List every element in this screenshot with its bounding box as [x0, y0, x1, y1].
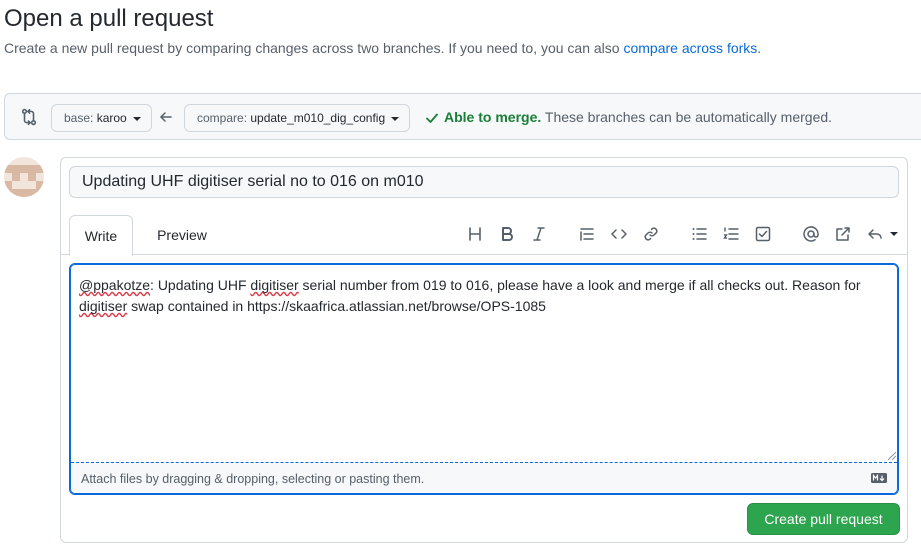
tab-preview[interactable]: Preview: [145, 215, 219, 255]
compare-bar: base: karoo compare: update_m010_dig_con…: [4, 93, 921, 140]
avatar-pattern: [4, 165, 44, 173]
avatar-pattern: [4, 181, 12, 189]
avatar-pattern: [36, 181, 44, 189]
chevron-down-icon: [391, 116, 400, 121]
body-text: swap contained in https://skaafrica.atla…: [127, 298, 546, 314]
body-text: serial number from 019 to 016, please ha…: [298, 277, 861, 293]
mention-icon[interactable]: [801, 224, 821, 244]
avatar-pattern: [4, 189, 44, 197]
mention-text: @ppakotze: [79, 277, 151, 293]
pull-request-form: Write Preview @ppakotze: Updating UHF di…: [60, 157, 908, 543]
saved-replies-icon[interactable]: [865, 224, 898, 244]
avatar-pattern: [12, 173, 20, 181]
base-branch-value: karoo: [96, 111, 127, 125]
cross-reference-icon[interactable]: [833, 224, 853, 244]
ordered-list-icon[interactable]: [721, 224, 741, 244]
chevron-down-icon: [132, 116, 141, 121]
compare-branch-value: update_m010_dig_config: [250, 111, 386, 125]
compare-branch-dropdown[interactable]: compare: update_m010_dig_config: [184, 104, 411, 132]
create-pull-request-button[interactable]: Create pull request: [747, 503, 900, 535]
italic-icon[interactable]: [529, 224, 549, 244]
comment-body-textarea[interactable]: @ppakotze: Updating UHF digitiser serial…: [69, 263, 899, 495]
comment-body-text[interactable]: @ppakotze: Updating UHF digitiser serial…: [79, 275, 889, 317]
avatar-pattern: [28, 173, 36, 181]
body-text: : Updating UHF: [150, 277, 251, 293]
base-branch-prefix: base:: [64, 111, 97, 125]
body-text: digitiser: [79, 298, 128, 314]
markdown-icon[interactable]: [871, 473, 887, 483]
subtitle-text: Create a new pull request by comparing c…: [4, 40, 624, 56]
title-input[interactable]: [69, 166, 899, 198]
resize-handle-icon[interactable]: [888, 452, 896, 460]
chevron-down-icon: [890, 232, 898, 236]
link-icon[interactable]: [641, 224, 661, 244]
unordered-list-icon[interactable]: [689, 224, 709, 244]
compare-branches-icon: [21, 108, 37, 126]
merge-status-text: These branches can be automatically merg…: [541, 109, 833, 125]
base-branch-dropdown[interactable]: base: karoo: [51, 104, 152, 132]
compare-across-forks-link[interactable]: compare across forks: [623, 40, 757, 56]
check-icon: [426, 113, 438, 123]
arrow-left-icon: [160, 112, 172, 122]
compare-branch-prefix: compare:: [197, 111, 251, 125]
attach-files-text: Attach files by dragging & dropping, sel…: [81, 472, 425, 486]
merge-status-bold: Able to merge.: [444, 109, 542, 125]
bold-icon[interactable]: [497, 224, 517, 244]
avatar[interactable]: [4, 157, 44, 197]
task-list-icon[interactable]: [753, 224, 773, 244]
file-attachment-bar[interactable]: Attach files by dragging & dropping, sel…: [71, 462, 897, 493]
quote-icon[interactable]: [577, 224, 597, 244]
page-subtitle: Create a new pull request by comparing c…: [4, 40, 761, 56]
body-text: digitiser: [250, 277, 299, 293]
code-icon[interactable]: [609, 224, 629, 244]
tab-write[interactable]: Write: [69, 215, 133, 256]
page-title: Open a pull request: [4, 5, 214, 32]
merge-status: Able to merge. These branches can be aut…: [444, 109, 832, 125]
subtitle-end: .: [757, 40, 762, 56]
heading-icon[interactable]: [465, 224, 485, 244]
